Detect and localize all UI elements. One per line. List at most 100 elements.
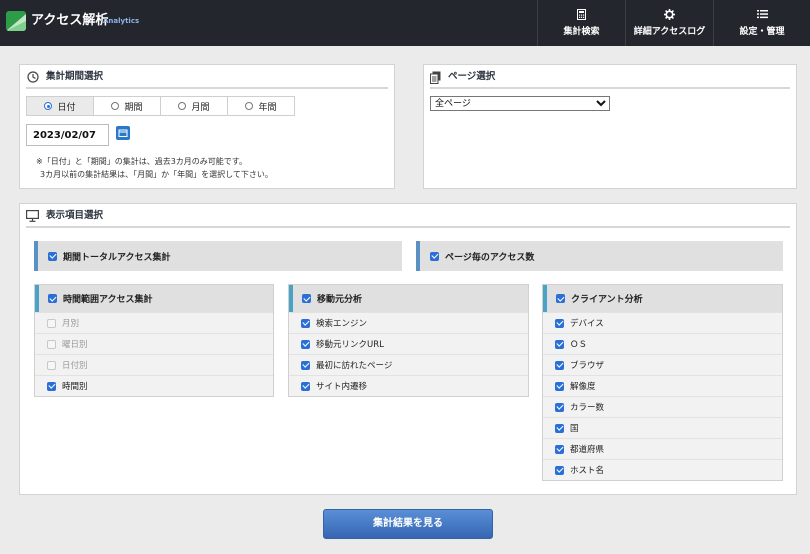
nav-label: 設定・管理: [739, 27, 785, 37]
checkbox-checked[interactable]: [301, 318, 310, 328]
display-items-title: 表示項目選択: [46, 210, 104, 221]
referrer-column: 移動元分析 検索エンジン 移動元リンクURL 最初に訪れたページ サイト内遷移: [288, 284, 529, 397]
radio: [245, 102, 254, 110]
date-input[interactable]: [26, 124, 109, 146]
list-item[interactable]: 最初に訪れたページ: [289, 354, 528, 375]
nav-label: 詳細アクセスログ: [633, 27, 706, 37]
period-tabs: 日付 期間 月間 年間: [26, 96, 295, 116]
item-label: 月別: [62, 319, 80, 329]
checkbox-checked[interactable]: [302, 294, 311, 303]
app-logo-icon: [6, 11, 26, 31]
tab-label: 月間: [191, 102, 210, 113]
nav-label: 集計検索: [563, 27, 600, 37]
item-label: 曜日別: [62, 340, 88, 350]
item-label: デバイス: [570, 319, 604, 329]
checkbox-checked[interactable]: [48, 251, 57, 261]
tab-label: 期間: [124, 102, 143, 113]
column-label: 移動元分析: [317, 295, 363, 305]
app-header: アクセス解析 Analytics 集計検索 詳細アクセスログ 設定・管理: [0, 0, 810, 46]
checkbox-checked[interactable]: [47, 381, 56, 391]
view-results-button[interactable]: 集計結果を見る: [323, 509, 493, 539]
checkbox-disabled: [47, 318, 56, 328]
checkbox-checked[interactable]: [430, 251, 439, 261]
list-item: 月別: [35, 312, 273, 333]
checkbox-checked[interactable]: [555, 444, 564, 454]
clock-icon: [27, 71, 39, 86]
item-label: ホスト名: [570, 466, 605, 476]
document-icon: [430, 71, 441, 87]
item-label: ブラウザ: [570, 361, 605, 371]
list-item[interactable]: ＯＳ: [543, 333, 782, 354]
referrer-header[interactable]: 移動元分析: [289, 285, 528, 312]
divider: [430, 87, 790, 89]
checkbox-checked[interactable]: [555, 360, 564, 370]
list-item[interactable]: 移動元リンクURL: [289, 333, 528, 354]
tab-month[interactable]: 月間: [161, 97, 228, 115]
radio: [111, 102, 120, 110]
time-range-column: 時間範囲アクセス集計 月別 曜日別 日付別 時間別: [34, 284, 274, 397]
per-page-option[interactable]: ページ毎のアクセス数: [416, 241, 783, 271]
period-title: 集計期間選択: [46, 71, 104, 82]
list-item: 日付別: [35, 354, 273, 375]
checkbox-checked[interactable]: [301, 381, 310, 391]
column-label: 時間範囲アクセス集計: [63, 295, 153, 305]
checkbox-checked[interactable]: [301, 339, 310, 349]
tab-date[interactable]: 日付: [27, 97, 94, 115]
checkbox-checked[interactable]: [555, 381, 564, 391]
list-item[interactable]: ホスト名: [543, 459, 782, 480]
tab-label: 年間: [258, 102, 277, 113]
option-label: 期間トータルアクセス集計: [63, 252, 171, 263]
tab-range[interactable]: 期間: [94, 97, 161, 115]
app-title: アクセス解析: [31, 13, 109, 28]
page-select-title: ページ選択: [448, 71, 496, 82]
nav-settings[interactable]: 設定・管理: [713, 0, 810, 46]
checkbox-checked[interactable]: [555, 423, 564, 433]
checkbox-checked[interactable]: [555, 465, 564, 475]
item-label: ＯＳ: [570, 340, 588, 350]
list-item[interactable]: 解像度: [543, 375, 782, 396]
gear-icon: [626, 9, 713, 21]
tab-year[interactable]: 年間: [228, 97, 294, 115]
app-subtitle: Analytics: [103, 17, 140, 25]
checkbox-checked[interactable]: [301, 360, 310, 370]
period-note-2: 3カ月以前の集計結果は、「月間」か「年間」を選択して下さい。: [40, 170, 273, 179]
list-item[interactable]: サイト内遷移: [289, 375, 528, 396]
checkbox-checked[interactable]: [555, 318, 564, 328]
column-label: クライアント分析: [571, 295, 643, 305]
calculator-icon: [538, 9, 625, 21]
client-column: クライアント分析 デバイス ＯＳ ブラウザ 解像度 カラー数 国 都道府県 ホス…: [542, 284, 783, 481]
list-item[interactable]: 都道府県: [543, 438, 782, 459]
page-select-dropdown[interactable]: 全ページ: [430, 96, 610, 111]
client-header[interactable]: クライアント分析: [543, 285, 782, 312]
list-icon: [714, 9, 810, 21]
list-item: 曜日別: [35, 333, 273, 354]
checkbox-checked[interactable]: [555, 402, 564, 412]
divider: [26, 226, 790, 228]
nav-aggregate-search[interactable]: 集計検索: [537, 0, 625, 46]
option-label: ページ毎のアクセス数: [445, 252, 535, 263]
list-item[interactable]: 時間別: [35, 375, 273, 396]
list-item[interactable]: 検索エンジン: [289, 312, 528, 333]
calendar-icon[interactable]: [116, 126, 130, 140]
tab-label: 日付: [57, 102, 76, 113]
item-label: 移動元リンクURL: [316, 340, 384, 350]
checkbox-checked[interactable]: [555, 339, 564, 349]
item-label: 解像度: [570, 382, 596, 392]
list-item[interactable]: ブラウザ: [543, 354, 782, 375]
period-total-option[interactable]: 期間トータルアクセス集計: [34, 241, 402, 271]
list-item[interactable]: デバイス: [543, 312, 782, 333]
period-note-1: ※「日付」と「期間」の集計は、過去3カ月のみ可能です。: [36, 157, 247, 166]
checkbox-checked[interactable]: [556, 294, 565, 303]
item-label: 検索エンジン: [316, 319, 368, 329]
item-label: 最初に訪れたページ: [316, 361, 393, 371]
item-label: 都道府県: [570, 445, 605, 455]
list-item[interactable]: カラー数: [543, 396, 782, 417]
time-range-header[interactable]: 時間範囲アクセス集計: [35, 285, 273, 312]
checkbox-disabled: [47, 339, 56, 349]
item-label: 国: [570, 424, 579, 434]
monitor-icon: [26, 210, 40, 225]
divider: [26, 87, 388, 89]
nav-detail-log[interactable]: 詳細アクセスログ: [625, 0, 713, 46]
checkbox-checked[interactable]: [48, 294, 57, 303]
list-item[interactable]: 国: [543, 417, 782, 438]
